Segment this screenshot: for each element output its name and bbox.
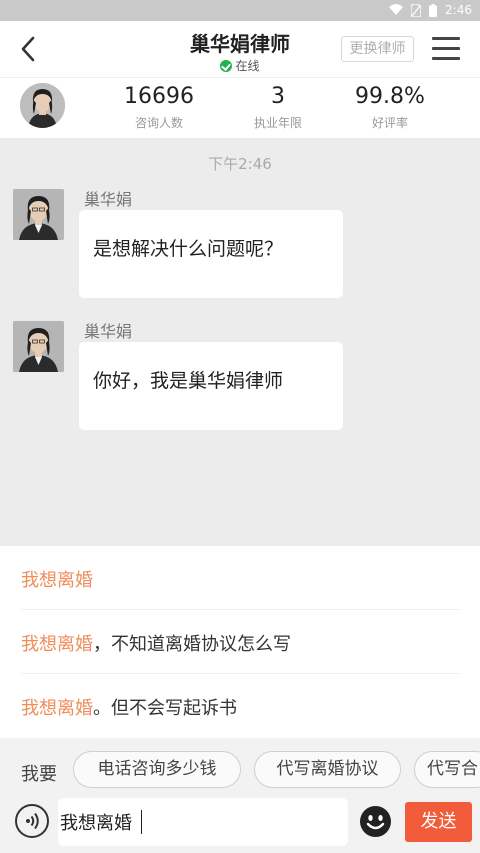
emoji-button[interactable] [359,805,392,838]
status-bar: 2:46 [0,0,480,21]
stat-value: 3 [271,84,285,109]
stat-label: 好评率 [371,116,408,130]
stat-rating: 99.8% 好评率 [335,84,445,131]
suggestion-rest: 。但不会写起诉书 [93,698,237,719]
input-bar: 发送 [0,796,480,853]
send-button[interactable]: 发送 [405,802,472,842]
stat-value: 16696 [124,84,194,109]
online-check-icon [220,60,233,72]
status-time: 2:46 [445,3,472,17]
message-avatar[interactable] [13,321,64,372]
lawyer-stats-bar: 16696 咨询人数 3 执业年限 99.8% 好评率 [0,77,480,138]
stat-label: 执业年限 [253,116,302,130]
online-status-label: 在线 [235,59,260,73]
quick-chip[interactable]: 代写离婚协议 [254,751,401,788]
suggestion-item[interactable]: 我想离婚。但不会写起诉书 [21,674,460,738]
suggestion-highlight: 我想离婚 [21,634,93,655]
suggestion-highlight: 我想离婚 [21,698,93,719]
quick-chip[interactable]: 代写合 [414,751,480,788]
no-sim-icon [411,3,422,17]
voice-input-button[interactable] [15,804,49,838]
emoji-icon [360,806,391,837]
suggestion-highlight: 我想离婚 [21,570,93,591]
wifi-icon [389,4,404,15]
message-sender: 巢华娟 [84,322,133,341]
stat-value: 99.8% [355,84,425,109]
message-input[interactable] [58,798,348,846]
menu-icon[interactable] [432,37,460,61]
message-bubble[interactable]: 是想解决什么问题呢？ [79,210,343,298]
chat-area[interactable]: 下午2:46 巢华娟 是想解决什么问题呢？ 巢华娟 你好，我是巢华娟律师 [0,138,480,546]
stat-years: 3 执业年限 [223,84,333,131]
message-avatar[interactable] [13,189,64,240]
stat-label: 咨询人数 [134,116,183,130]
voice-icon [26,812,39,830]
stat-consultations: 16696 咨询人数 [104,84,214,131]
quick-reply-lead: 我要 [21,764,57,785]
message-bubble[interactable]: 你好，我是巢华娟律师 [79,342,343,430]
quick-chip[interactable]: 电话咨询多少钱 [73,751,241,788]
suggestion-rest: ，不知道离婚协议怎么写 [93,634,291,655]
chat-timestamp: 下午2:46 [208,155,272,173]
text-caret [141,810,142,834]
suggestion-list: 我想离婚 我想离婚，不知道离婚协议怎么写 我想离婚。但不会写起诉书 [0,546,480,738]
quick-reply-bar: 我要 电话咨询多少钱 代写离婚协议 代写合 [0,738,480,796]
battery-icon [429,3,438,17]
switch-lawyer-button[interactable]: 更换律师 [341,36,414,62]
suggestion-item[interactable]: 我想离婚 [21,546,460,610]
message-sender: 巢华娟 [84,190,133,209]
chat-header: 巢华娟律师 在线 更换律师 [0,21,480,77]
lawyer-avatar[interactable] [20,83,65,128]
suggestion-item[interactable]: 我想离婚，不知道离婚协议怎么写 [21,610,460,674]
